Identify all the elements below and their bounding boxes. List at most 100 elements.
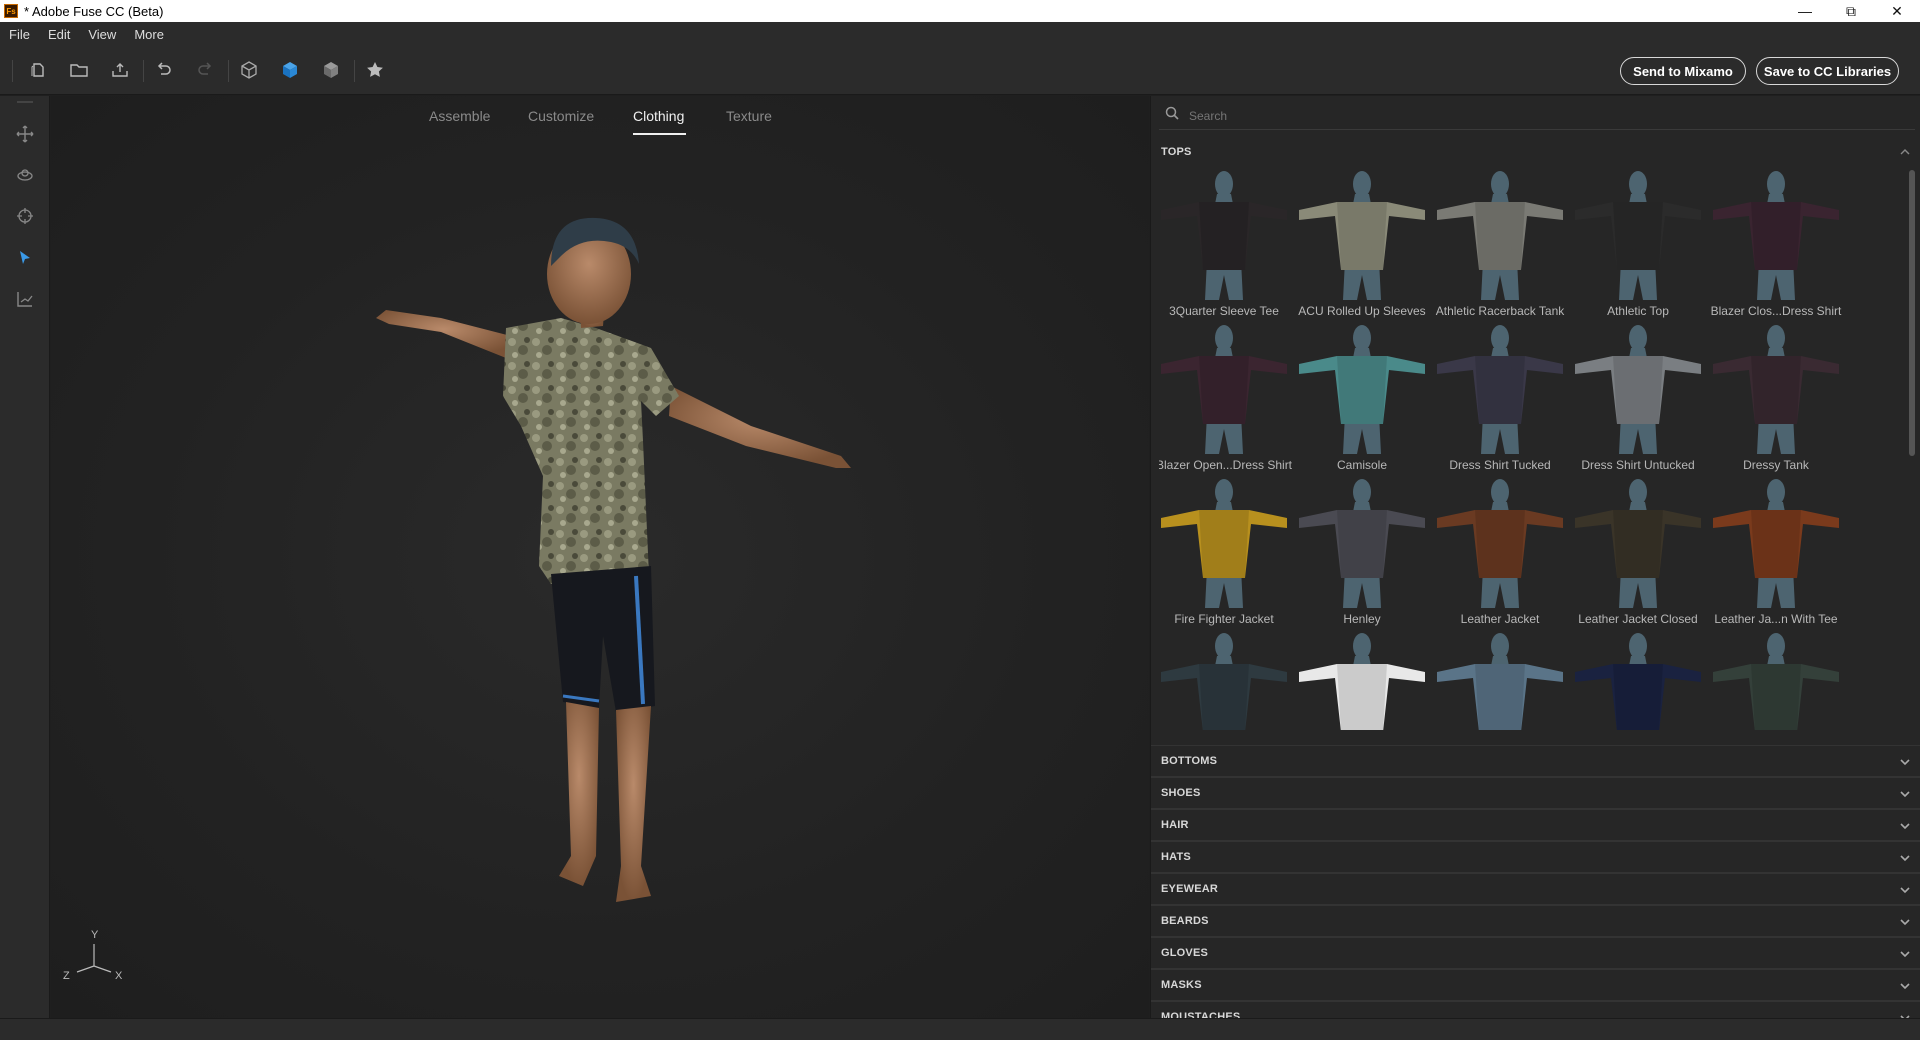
chevron-down-icon[interactable] xyxy=(1899,979,1911,997)
clothing-thumbnail xyxy=(1575,633,1701,730)
app-logo-icon: Fs xyxy=(4,4,18,18)
pose-tool-icon[interactable] xyxy=(13,287,37,311)
section-label: HATS xyxy=(1161,851,1191,863)
chevron-down-icon[interactable] xyxy=(1899,915,1911,933)
save-to-cc-libraries-button[interactable]: Save to CC Libraries xyxy=(1756,57,1899,85)
move-tool-icon[interactable] xyxy=(13,122,37,146)
clothing-item[interactable]: Dress Shirt Untucked xyxy=(1573,324,1703,478)
clothing-item-label: Dress Shirt Tucked xyxy=(1449,458,1551,472)
clothing-item[interactable]: Athletic Top xyxy=(1573,170,1703,324)
clothing-item-label: Dress Shirt Untucked xyxy=(1581,458,1695,472)
clothing-item-label: Blazer Clos...Dress Shirt xyxy=(1710,304,1842,318)
chevron-down-icon[interactable] xyxy=(1899,947,1911,965)
section-label: GLOVES xyxy=(1161,947,1209,959)
section-eyewear-header[interactable]: EYEWEAR xyxy=(1151,873,1920,905)
clothing-thumbnail xyxy=(1437,171,1563,300)
clothing-item[interactable] xyxy=(1711,632,1841,730)
clothing-item[interactable]: Leather Jacket xyxy=(1435,478,1565,632)
orbit-tool-icon[interactable] xyxy=(13,163,37,187)
section-tops-header[interactable]: TOPS xyxy=(1151,136,1920,168)
toolbar-divider xyxy=(228,60,229,82)
clothing-item[interactable]: Dressy Tank xyxy=(1711,324,1841,478)
chevron-down-icon[interactable] xyxy=(1899,819,1911,837)
section-gloves-header[interactable]: GLOVES xyxy=(1151,937,1920,969)
clothing-item[interactable] xyxy=(1159,632,1289,730)
character-shirt xyxy=(503,318,679,584)
clothing-item[interactable]: Leather Jacket Closed xyxy=(1573,478,1703,632)
clothing-thumbnail xyxy=(1299,325,1425,454)
clothing-item[interactable] xyxy=(1297,632,1427,730)
minimize-icon[interactable]: — xyxy=(1782,0,1828,22)
section-label: BOTTOMS xyxy=(1161,755,1218,767)
cube-solid-icon[interactable] xyxy=(278,58,302,82)
menu-more[interactable]: More xyxy=(125,27,173,42)
section-hair-header[interactable]: HAIR xyxy=(1151,809,1920,841)
select-cursor-icon[interactable] xyxy=(13,246,37,270)
clothing-item-label: Leather Ja...n With Tee xyxy=(1714,612,1838,626)
menu-file[interactable]: File xyxy=(0,27,39,42)
section-masks-header[interactable]: MASKS xyxy=(1151,969,1920,1001)
clothing-item-label: Athletic Top xyxy=(1607,304,1669,318)
clothing-item[interactable] xyxy=(1573,632,1703,730)
chevron-up-icon[interactable] xyxy=(1899,145,1911,163)
search-input[interactable] xyxy=(1189,108,1789,123)
close-icon[interactable]: ✕ xyxy=(1874,0,1920,22)
menu-bar: File Edit View More xyxy=(0,22,1920,46)
section-label: SHOES xyxy=(1161,787,1201,799)
clothing-item[interactable]: 3Quarter Sleeve Tee xyxy=(1159,170,1289,324)
target-tool-icon[interactable] xyxy=(13,204,37,228)
3d-viewport[interactable]: Assemble Customize Clothing Texture Y Z … xyxy=(51,96,1149,1018)
section-label: BEARDS xyxy=(1161,915,1209,927)
clothing-item[interactable]: ACU Rolled Up Sleeves xyxy=(1297,170,1427,324)
clothing-thumbnail xyxy=(1713,171,1839,300)
clothing-item[interactable]: Leather Ja...n With Tee xyxy=(1711,478,1841,632)
send-to-mixamo-button[interactable]: Send to Mixamo xyxy=(1620,57,1746,85)
menu-view[interactable]: View xyxy=(79,27,125,42)
clothing-thumbnail xyxy=(1437,633,1563,730)
section-beards-header[interactable]: BEARDS xyxy=(1151,905,1920,937)
scrollbar-thumb[interactable] xyxy=(1909,170,1915,456)
restore-icon[interactable]: ⧉ xyxy=(1828,0,1874,22)
clothing-item-label: Fire Fighter Jacket xyxy=(1174,612,1274,626)
chevron-down-icon[interactable] xyxy=(1899,787,1911,805)
redo-icon[interactable] xyxy=(193,58,217,82)
clothing-item[interactable]: Blazer Clos...Dress Shirt xyxy=(1711,170,1841,324)
axis-y-label: Y xyxy=(91,929,99,941)
clothing-thumbnail xyxy=(1161,479,1287,608)
clothing-item[interactable]: Blazer Open...Dress Shirt xyxy=(1159,324,1292,478)
clothing-item[interactable] xyxy=(1435,632,1565,730)
clothing-item[interactable]: Camisole xyxy=(1297,324,1427,478)
clothing-item-label: Blazer Open...Dress Shirt xyxy=(1159,458,1293,472)
clothing-thumbnail xyxy=(1299,633,1425,730)
window-title: * Adobe Fuse CC (Beta) xyxy=(24,3,164,19)
section-label: EYEWEAR xyxy=(1161,883,1219,895)
title-bar: Fs * Adobe Fuse CC (Beta) — ⧉ ✕ xyxy=(0,0,1920,22)
chevron-down-icon[interactable] xyxy=(1899,883,1911,901)
character-left-arm xyxy=(376,310,511,358)
clothing-item[interactable]: Fire Fighter Jacket xyxy=(1159,478,1289,632)
clothing-item[interactable]: Athletic Racerback Tank xyxy=(1435,170,1565,324)
clothing-item-label: Dressy Tank xyxy=(1743,458,1809,472)
left-tool-strip xyxy=(0,96,50,1018)
section-shoes-header[interactable]: SHOES xyxy=(1151,777,1920,809)
new-file-icon[interactable] xyxy=(26,58,50,82)
clothing-item[interactable]: Henley xyxy=(1297,478,1427,632)
search-bar xyxy=(1159,102,1915,130)
tops-grid: 3Quarter Sleeve Tee ACU Rolled Up Sleeves… xyxy=(1159,170,1907,730)
clothing-thumbnail xyxy=(1713,325,1839,454)
cube-wireframe-icon[interactable] xyxy=(237,58,261,82)
menu-edit[interactable]: Edit xyxy=(39,27,79,42)
clothing-thumbnail xyxy=(1713,633,1839,730)
section-hats-header[interactable]: HATS xyxy=(1151,841,1920,873)
cube-shaded-icon[interactable] xyxy=(319,58,343,82)
clothing-item[interactable]: Dress Shirt Tucked xyxy=(1435,324,1565,478)
export-icon[interactable] xyxy=(108,58,132,82)
open-folder-icon[interactable] xyxy=(67,58,91,82)
undo-icon[interactable] xyxy=(152,58,176,82)
character-model[interactable] xyxy=(51,96,1149,1018)
chevron-down-icon[interactable] xyxy=(1899,851,1911,869)
section-bottoms-header[interactable]: BOTTOMS xyxy=(1151,745,1920,777)
star-icon[interactable] xyxy=(363,58,387,82)
chevron-down-icon[interactable] xyxy=(1899,755,1911,773)
clothing-thumbnail xyxy=(1575,479,1701,608)
